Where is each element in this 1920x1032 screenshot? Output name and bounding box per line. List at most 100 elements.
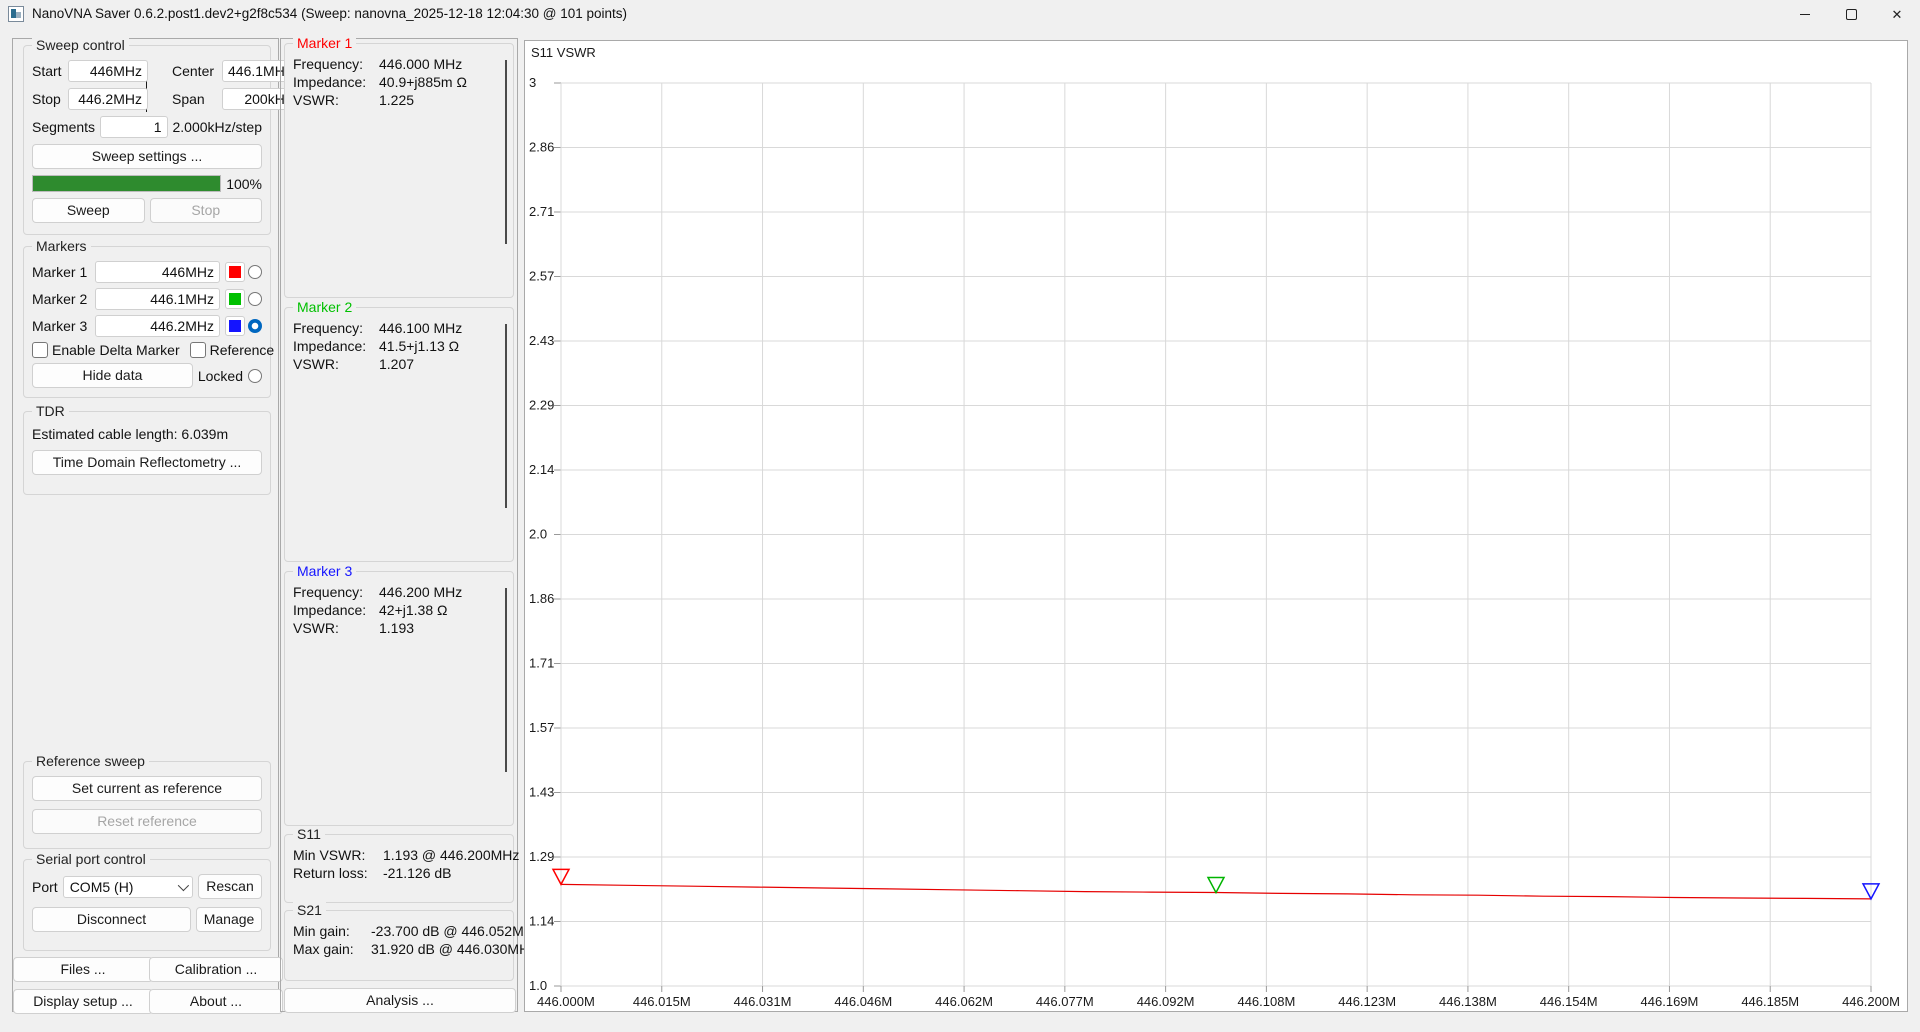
- minimize-button[interactable]: [1782, 0, 1828, 28]
- svg-text:446.154M: 446.154M: [1540, 994, 1598, 1009]
- marker2-label: Marker 2: [32, 291, 90, 307]
- min-gain-label: Min gain:: [293, 923, 367, 939]
- s11-vswr-chart[interactable]: 32.862.712.572.432.292.142.01.861.711.57…: [525, 41, 1907, 1011]
- svg-text:2.0: 2.0: [529, 527, 547, 542]
- return-loss-value: -21.126 dB: [383, 865, 519, 881]
- marker2-color-button[interactable]: [225, 289, 245, 309]
- maximize-icon: [1846, 9, 1857, 20]
- locked-radio[interactable]: [248, 369, 262, 383]
- span-label: Span: [172, 91, 218, 107]
- marker2-frequency-value: 446.100 MHz: [379, 320, 505, 336]
- segments-label: Segments: [32, 119, 95, 135]
- marker1-scrollbar[interactable]: [505, 60, 507, 244]
- marker2-scrollbar[interactable]: [505, 324, 507, 508]
- sweep-control-title: Sweep control: [32, 37, 129, 53]
- svg-text:446.185M: 446.185M: [1741, 994, 1799, 1009]
- locked-label: Locked: [198, 368, 243, 384]
- sweep-progressbar: [32, 175, 221, 192]
- svg-text:446.169M: 446.169M: [1641, 994, 1699, 1009]
- svg-text:446.077M: 446.077M: [1036, 994, 1094, 1009]
- calibration-button[interactable]: Calibration ...: [149, 957, 283, 982]
- tdr-button[interactable]: Time Domain Reflectometry ...: [32, 450, 262, 475]
- hide-data-button[interactable]: Hide data: [32, 363, 193, 388]
- marker3-impedance-label: Impedance:: [293, 602, 375, 618]
- close-button[interactable]: ✕: [1874, 0, 1920, 28]
- close-icon: ✕: [1892, 8, 1903, 21]
- marker1-freq-input[interactable]: 446MHz: [95, 261, 220, 283]
- minimize-icon: [1800, 14, 1810, 15]
- marker3-frequency-value: 446.200 MHz: [379, 584, 505, 600]
- svg-text:446.046M: 446.046M: [834, 994, 892, 1009]
- marker1-color-button[interactable]: [225, 262, 245, 282]
- marker3-select-radio[interactable]: [248, 319, 262, 333]
- reset-reference-button[interactable]: Reset reference: [32, 809, 262, 834]
- marker2-freq-input[interactable]: 446.1MHz: [95, 288, 220, 310]
- marker2-impedance-value: 41.5+j1.13 Ω: [379, 338, 505, 354]
- maximize-button[interactable]: [1828, 0, 1874, 28]
- sweep-progress-text: 100%: [226, 176, 262, 192]
- window-title: NanoVNA Saver 0.6.2.post1.dev2+g2f8c534 …: [32, 6, 627, 21]
- svg-text:S11 VSWR: S11 VSWR: [531, 45, 596, 60]
- about-button[interactable]: About ...: [149, 989, 283, 1014]
- stop-button[interactable]: Stop: [150, 198, 263, 223]
- reference-checkbox[interactable]: [190, 342, 206, 358]
- svg-text:446.031M: 446.031M: [734, 994, 792, 1009]
- marker1-vswr-label: VSWR:: [293, 92, 375, 108]
- marker2-info-title: Marker 2: [293, 299, 356, 315]
- marker3-impedance-value: 42+j1.38 Ω: [379, 602, 505, 618]
- max-gain-value: 31.920 dB @ 446.030MHz: [371, 941, 541, 957]
- svg-text:2.14: 2.14: [529, 462, 554, 477]
- port-label: Port: [32, 879, 58, 895]
- s21-info-box: S21 Min gain: -23.700 dB @ 446.052MHz Ma…: [284, 910, 514, 981]
- rescan-button[interactable]: Rescan: [198, 874, 262, 899]
- reference-sweep-group: Reference sweep Set current as reference…: [23, 761, 271, 849]
- svg-text:2.86: 2.86: [529, 140, 554, 155]
- disconnect-button[interactable]: Disconnect: [32, 907, 191, 932]
- marker3-vswr-label: VSWR:: [293, 620, 375, 636]
- step-size-text: 2.000kHz/step: [173, 119, 263, 135]
- marker3-vswr-value: 1.193: [379, 620, 505, 636]
- files-button[interactable]: Files ...: [13, 957, 153, 982]
- markers-title: Markers: [32, 238, 91, 254]
- marker3-freq-input[interactable]: 446.2MHz: [95, 315, 220, 337]
- cable-length-text: Estimated cable length: 6.039m: [32, 426, 262, 442]
- display-setup-button[interactable]: Display setup ...: [13, 989, 153, 1014]
- sweep-button[interactable]: Sweep: [32, 198, 145, 223]
- svg-text:446.092M: 446.092M: [1137, 994, 1195, 1009]
- reference-sweep-title: Reference sweep: [32, 753, 149, 769]
- chevron-down-icon: [178, 879, 189, 890]
- marker1-frequency-value: 446.000 MHz: [379, 56, 505, 72]
- port-select[interactable]: COM5 (H): [63, 876, 193, 898]
- manage-button[interactable]: Manage: [196, 907, 262, 932]
- marker3-info-box: Marker 3 Frequency: 446.200 MHz Impedanc…: [284, 571, 514, 826]
- sweep-settings-button[interactable]: Sweep settings ...: [32, 144, 262, 169]
- svg-text:3: 3: [529, 75, 536, 90]
- set-reference-button[interactable]: Set current as reference: [32, 776, 262, 801]
- segments-input[interactable]: 1: [100, 116, 167, 138]
- enable-delta-marker-checkbox[interactable]: [32, 342, 48, 358]
- titlebar[interactable]: NanoVNA Saver 0.6.2.post1.dev2+g2f8c534 …: [0, 0, 1920, 28]
- center-label: Center: [172, 63, 218, 79]
- svg-text:1.29: 1.29: [529, 849, 554, 864]
- marker1-select-radio[interactable]: [248, 265, 262, 279]
- svg-text:1.71: 1.71: [529, 656, 554, 671]
- start-input[interactable]: 446MHz: [68, 60, 148, 82]
- marker2-vswr-value: 1.207: [379, 356, 505, 372]
- s11-info-box: S11 Min VSWR: 1.193 @ 446.200MHz Return …: [284, 834, 514, 903]
- marker2-impedance-label: Impedance:: [293, 338, 375, 354]
- marker3-color-button[interactable]: [225, 316, 245, 336]
- marker3-label: Marker 3: [32, 318, 90, 334]
- svg-text:1.57: 1.57: [529, 720, 554, 735]
- svg-text:2.71: 2.71: [529, 204, 554, 219]
- marker3-scrollbar[interactable]: [505, 588, 507, 772]
- marker2-select-radio[interactable]: [248, 292, 262, 306]
- marker1-vswr-value: 1.225: [379, 92, 505, 108]
- svg-text:1.0: 1.0: [529, 978, 547, 993]
- svg-text:446.108M: 446.108M: [1237, 994, 1295, 1009]
- analysis-button[interactable]: Analysis ...: [284, 988, 516, 1013]
- svg-text:2.43: 2.43: [529, 333, 554, 348]
- marker-data-column: Marker 1 Frequency: 446.000 MHz Impedanc…: [280, 38, 518, 1012]
- serial-port-title: Serial port control: [32, 851, 150, 867]
- markers-group: Markers Marker 1 446MHz Marker 2 446.1MH…: [23, 246, 271, 398]
- stop-input[interactable]: 446.2MHz: [68, 88, 148, 110]
